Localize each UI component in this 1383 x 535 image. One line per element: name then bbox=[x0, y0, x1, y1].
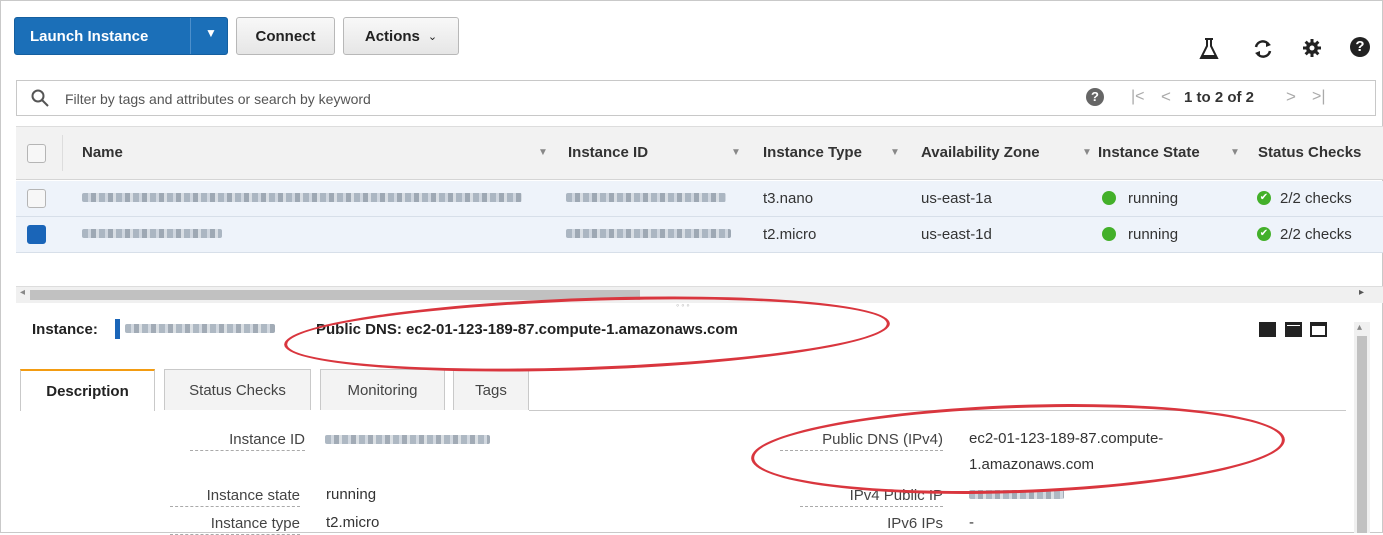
instance-id-label: Instance ID bbox=[190, 431, 305, 451]
scroll-right-icon[interactable]: ▸ bbox=[1359, 287, 1364, 298]
ipv6-ips-value: - bbox=[969, 514, 974, 531]
instance-state-cell: running bbox=[1128, 226, 1179, 243]
tab-description-label: Description bbox=[46, 382, 129, 400]
scroll-left-icon[interactable]: ◂ bbox=[20, 287, 25, 298]
redacted-name bbox=[82, 229, 222, 238]
column-header-instance-state[interactable]: Instance State bbox=[1098, 144, 1200, 161]
launch-dropdown-divider bbox=[190, 18, 191, 54]
running-status-icon bbox=[1102, 191, 1116, 205]
column-header-instance-type[interactable]: Instance Type bbox=[763, 144, 862, 161]
redacted-instance-id bbox=[566, 193, 726, 202]
column-header-availability-zone[interactable]: Availability Zone bbox=[921, 144, 1040, 161]
status-checks-cell: 2/2 checks bbox=[1280, 226, 1352, 243]
sort-icon[interactable]: ▼ bbox=[1230, 147, 1240, 158]
prev-page-icon[interactable]: < bbox=[1161, 87, 1171, 107]
search-input[interactable] bbox=[63, 87, 967, 111]
column-header-instance-id[interactable]: Instance ID bbox=[568, 144, 648, 161]
check-icon: ✔ bbox=[1257, 227, 1271, 241]
launch-instance-label: Launch Instance bbox=[30, 27, 149, 45]
tab-tags-label: Tags bbox=[475, 381, 507, 399]
connect-label: Connect bbox=[255, 27, 316, 45]
panel-layout-full-icon[interactable] bbox=[1259, 322, 1276, 337]
table-row[interactable]: t3.nano us-east-1a running ✔ 2/2 checks bbox=[16, 181, 1383, 217]
vertical-scrollbar[interactable]: ▴ bbox=[1354, 322, 1370, 533]
first-page-icon[interactable]: |< bbox=[1131, 88, 1145, 106]
redacted-instance-id bbox=[125, 324, 275, 333]
tab-status-checks[interactable]: Status Checks bbox=[164, 369, 311, 410]
row-checkbox[interactable] bbox=[27, 225, 46, 244]
availability-zone-cell: us-east-1d bbox=[921, 226, 992, 243]
chevron-down-icon[interactable]: ▼ bbox=[205, 26, 217, 40]
help-icon[interactable]: ? bbox=[1086, 88, 1104, 106]
scrollbar-thumb[interactable] bbox=[1357, 336, 1367, 533]
ipv6-ips-label: IPv6 IPs bbox=[887, 515, 943, 532]
tab-monitoring-label: Monitoring bbox=[347, 381, 418, 399]
gear-icon[interactable] bbox=[1303, 39, 1321, 57]
selected-instance-marker bbox=[115, 319, 120, 339]
instance-type-label: Instance type bbox=[170, 515, 300, 535]
sort-icon[interactable]: ▼ bbox=[538, 147, 548, 158]
redacted-instance-id bbox=[325, 435, 490, 444]
sort-icon[interactable]: ▼ bbox=[890, 147, 900, 158]
tab-monitoring[interactable]: Monitoring bbox=[320, 369, 445, 410]
column-header-status-checks[interactable]: Status Checks bbox=[1258, 144, 1361, 161]
next-page-icon[interactable]: > bbox=[1286, 87, 1296, 107]
instance-state-value: running bbox=[326, 486, 377, 503]
instance-label: Instance: bbox=[32, 321, 98, 338]
instance-type-cell: t3.nano bbox=[763, 190, 814, 207]
actions-button[interactable]: Actions ⌄ bbox=[343, 17, 459, 55]
row-checkbox[interactable] bbox=[27, 189, 46, 208]
pagination-text: 1 to 2 of 2 bbox=[1184, 89, 1255, 106]
search-icon bbox=[31, 89, 49, 107]
tab-tags[interactable]: Tags bbox=[453, 369, 529, 410]
select-all-checkbox[interactable] bbox=[27, 144, 46, 163]
instance-table-header: Name ▼ Instance ID ▼ Instance Type ▼ Ava… bbox=[16, 126, 1383, 180]
connect-button[interactable]: Connect bbox=[236, 17, 335, 55]
panel-layout-half-icon[interactable] bbox=[1285, 322, 1302, 337]
check-icon: ✔ bbox=[1257, 191, 1271, 205]
filter-search-bar[interactable]: ? |< < 1 to 2 of 2 > >| bbox=[16, 80, 1376, 116]
panel-layout-min-icon[interactable] bbox=[1310, 322, 1327, 337]
scroll-up-icon[interactable]: ▴ bbox=[1357, 322, 1362, 333]
launch-instance-button[interactable]: Launch Instance ▼ bbox=[14, 17, 228, 55]
actions-label: Actions bbox=[364, 27, 420, 45]
header-divider bbox=[62, 135, 63, 171]
sort-icon[interactable]: ▼ bbox=[731, 147, 741, 158]
running-status-icon bbox=[1102, 227, 1116, 241]
instance-state-cell: running bbox=[1128, 190, 1179, 207]
instance-type-cell: t2.micro bbox=[763, 226, 817, 243]
availability-zone-cell: us-east-1a bbox=[921, 190, 992, 207]
chevron-down-icon: ⌄ bbox=[427, 30, 438, 43]
sort-icon[interactable]: ▼ bbox=[1082, 147, 1092, 158]
tab-status-checks-label: Status Checks bbox=[189, 381, 286, 399]
refresh-icon[interactable] bbox=[1252, 38, 1274, 60]
scrollbar-thumb[interactable] bbox=[30, 290, 640, 300]
instance-state-label: Instance state bbox=[170, 487, 300, 507]
tab-description[interactable]: Description bbox=[20, 369, 155, 411]
instance-type-value: t2.micro bbox=[326, 514, 380, 531]
redacted-instance-id bbox=[566, 229, 731, 238]
last-page-icon[interactable]: >| bbox=[1312, 88, 1326, 106]
flask-icon[interactable] bbox=[1199, 38, 1219, 60]
table-row[interactable]: t2.micro us-east-1d running ✔ 2/2 checks bbox=[16, 217, 1383, 253]
help-icon[interactable]: ? bbox=[1350, 37, 1370, 57]
column-header-name[interactable]: Name bbox=[82, 144, 123, 161]
redacted-name bbox=[82, 193, 522, 202]
status-checks-cell: 2/2 checks bbox=[1280, 190, 1352, 207]
